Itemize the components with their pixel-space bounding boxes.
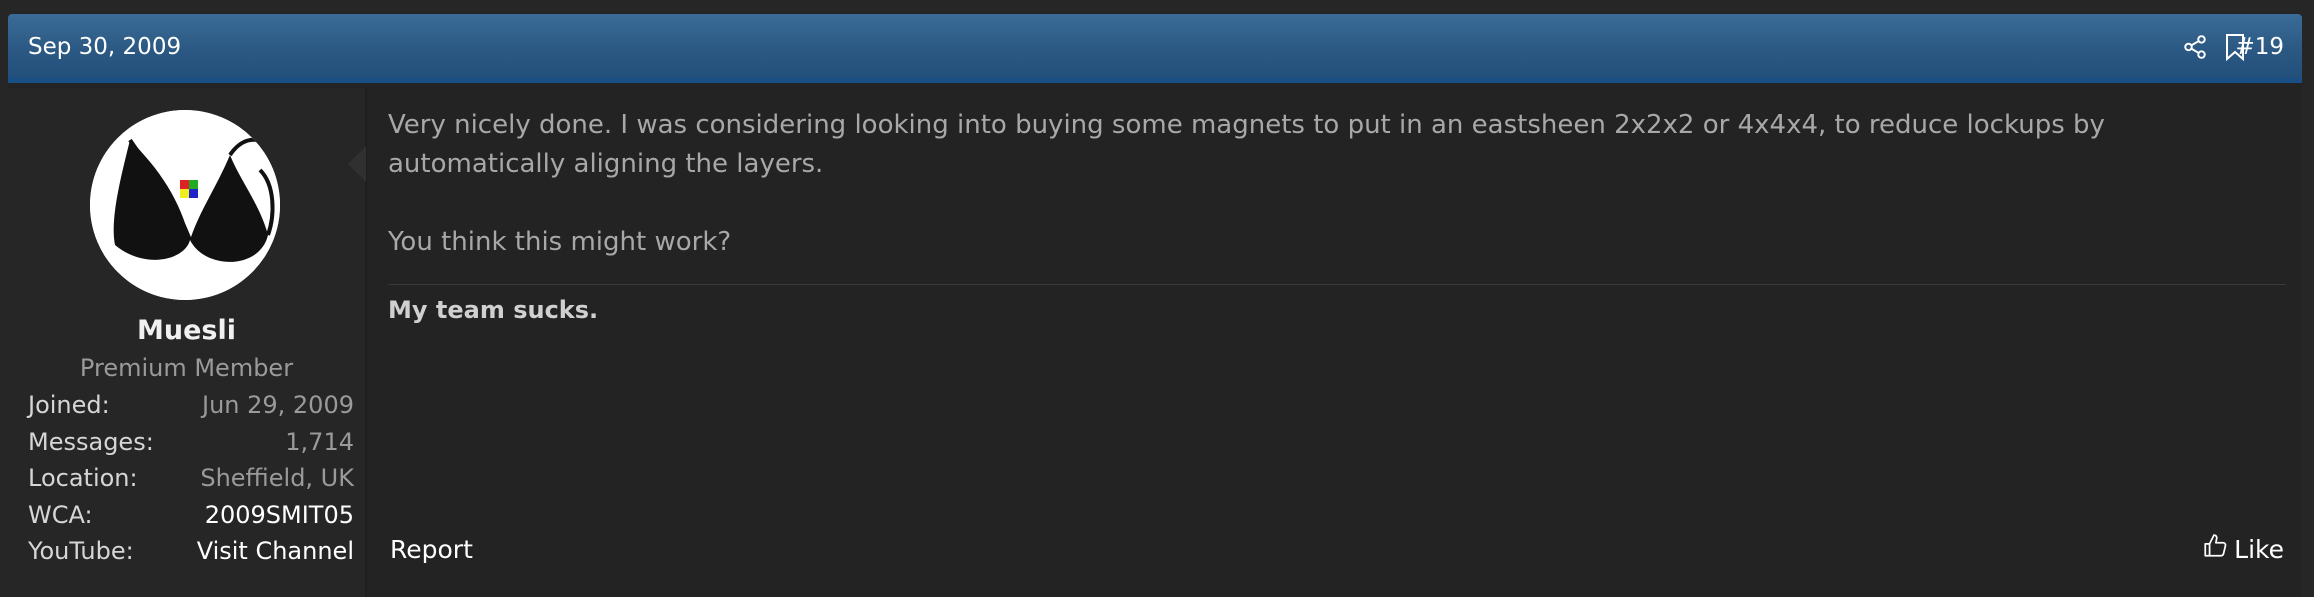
- signature-divider: [388, 284, 2286, 285]
- post-date[interactable]: Sep 30, 2009: [28, 34, 181, 60]
- signature: My team sucks.: [388, 296, 599, 324]
- stat-label: Location:: [28, 464, 138, 492]
- like-button[interactable]: Like: [2202, 533, 2284, 565]
- share-icon[interactable]: [2180, 32, 2210, 62]
- avatar[interactable]: [90, 110, 280, 300]
- stat-label: WCA:: [28, 500, 93, 529]
- stat-label: Messages:: [28, 427, 154, 456]
- user-info-panel: Muesli Premium Member Joined: Jun 29, 20…: [8, 88, 367, 597]
- stat-label: Joined:: [28, 391, 110, 419]
- stat-wca: WCA: 2009SMIT05: [28, 500, 354, 537]
- stat-value: Jun 29, 2009: [201, 391, 354, 419]
- post-number[interactable]: #19: [2235, 34, 2284, 60]
- post-container: Sep 30, 2009 #19 Muesli Premium Member J…: [8, 14, 2302, 597]
- like-label: Like: [2234, 534, 2284, 564]
- message-body: Very nicely done. I was considering look…: [388, 106, 2286, 262]
- stat-location: Location: Sheffield, UK: [28, 463, 354, 500]
- message-paragraph: You think this might work?: [388, 227, 732, 257]
- stat-youtube: YouTube: Visit Channel: [28, 536, 354, 573]
- stat-joined: Joined: Jun 29, 2009: [28, 390, 354, 427]
- message-paragraph: Very nicely done. I was considering look…: [388, 110, 2105, 179]
- stat-value: Sheffield, UK: [200, 464, 354, 492]
- stat-label: YouTube:: [28, 537, 134, 565]
- username[interactable]: Muesli: [8, 315, 365, 346]
- report-link[interactable]: Report: [390, 535, 473, 564]
- youtube-link[interactable]: Visit Channel: [197, 536, 354, 573]
- stat-value: 1,714: [285, 427, 354, 456]
- post-header: Sep 30, 2009 #19: [8, 14, 2302, 83]
- wca-link[interactable]: 2009SMIT05: [205, 500, 354, 537]
- stat-messages: Messages: 1,714: [28, 427, 354, 464]
- thumbs-up-icon: [2202, 533, 2228, 565]
- user-title: Premium Member: [79, 354, 294, 382]
- user-arrow: [348, 146, 366, 182]
- user-stats: Joined: Jun 29, 2009 Messages: 1,714 Loc…: [28, 390, 354, 573]
